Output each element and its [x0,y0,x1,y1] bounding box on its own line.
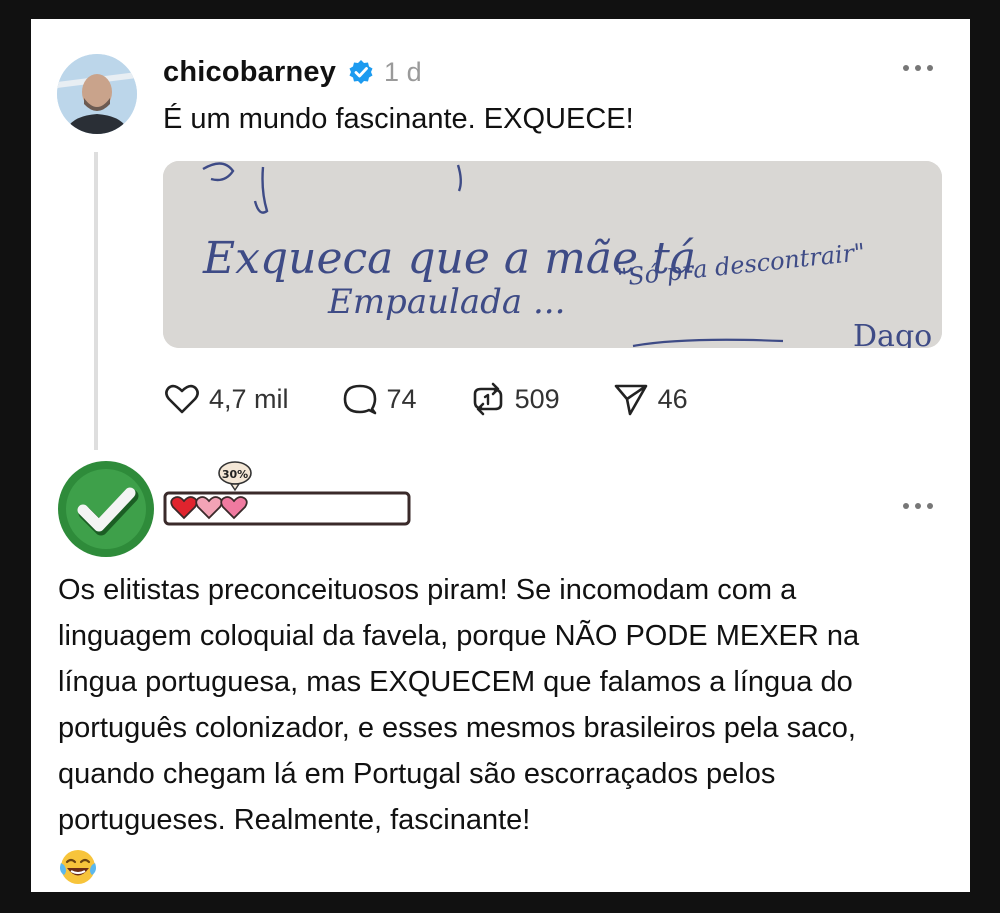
like-button[interactable]: 4,7 mil [163,380,289,418]
username[interactable]: chicobarney [163,56,336,89]
laughing-tears-emoji-icon [58,847,98,887]
like-count: 4,7 mil [209,383,289,414]
comment-icon [343,384,376,415]
send-icon [614,384,647,416]
badge-percent: 30% [222,468,248,481]
repost-icon [473,382,502,416]
check-icon [58,461,154,557]
heart-icon [165,384,199,414]
post-image[interactable]: Exqueca que a mãe tá Empaulada ... "Só p… [163,161,942,348]
thread-line [94,152,98,450]
reply-avatar[interactable] [57,460,155,558]
post-text: É um mundo fascinante. EXQUECE! [163,103,634,135]
comment-count: 74 [386,383,417,414]
repost-button[interactable]: 509 [469,380,560,418]
post-header: chicobarney 1 d [163,52,422,92]
handwriting-line-2: Empaulada ... [327,282,565,322]
verified-badge-icon [348,59,374,85]
share-button[interactable]: 46 [612,380,688,418]
reply-text: Os elitistas preconceituosos piram! Se i… [58,574,860,836]
post-actions: 4,7 mil 74 509 46 [163,376,740,422]
reply-more-options-icon[interactable] [900,498,936,514]
comment-button[interactable]: 74 [341,380,417,418]
reply-text-block: Os elitistas preconceituosos piram! Se i… [58,567,938,889]
repost-count: 509 [514,383,560,414]
battery-badge: 30% [163,460,413,530]
more-options-icon[interactable] [900,60,936,76]
svg-text:Dago: Dago [853,319,932,348]
share-count: 46 [657,383,688,414]
avatar[interactable] [57,54,137,134]
post-time: 1 d [384,56,422,87]
